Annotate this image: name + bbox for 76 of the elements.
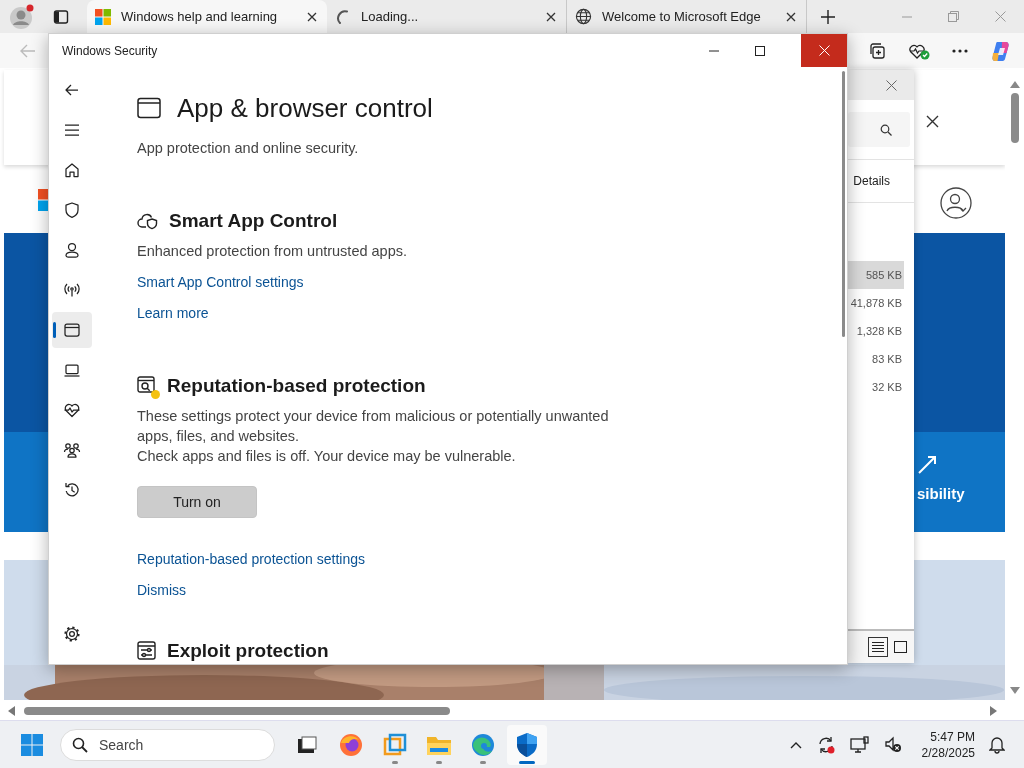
app-window-icon xyxy=(62,320,82,340)
file-size[interactable]: 32 KB xyxy=(848,373,904,401)
file-size[interactable]: 83 KB xyxy=(848,345,904,373)
page-subtitle: App protection and online security. xyxy=(137,139,360,158)
link[interactable]: Learn more xyxy=(137,303,209,323)
cloud-shield-icon xyxy=(137,212,159,230)
list-icon xyxy=(871,641,885,653)
app-window-icon xyxy=(137,97,161,119)
square-icon xyxy=(893,641,907,653)
maximize-icon[interactable] xyxy=(755,45,765,56)
scroll-up-icon[interactable] xyxy=(1009,81,1020,89)
search-field[interactable] xyxy=(848,112,910,147)
clock-date[interactable]: 2/28/2025 xyxy=(921,744,975,761)
scroll-thumb[interactable] xyxy=(1010,93,1019,143)
search-field[interactable]: Search xyxy=(60,728,275,761)
scrollbar-thumb[interactable] xyxy=(842,71,845,337)
section-heading: Exploit protection xyxy=(167,640,329,662)
section-description: Enhanced protection from untrusted apps. xyxy=(137,242,409,261)
close-icon[interactable] xyxy=(786,11,796,22)
link[interactable]: Smart App Control settings xyxy=(137,272,304,292)
section-description: Check apps and files is off. Your device may be vulnerable. xyxy=(137,447,517,466)
user-icon[interactable] xyxy=(940,187,972,219)
close-icon[interactable] xyxy=(926,115,939,128)
scroll-down-icon[interactable] xyxy=(1009,686,1020,694)
details-view-button[interactable] xyxy=(868,637,888,657)
globe-icon xyxy=(575,8,592,25)
file-size[interactable]: 1,328 KB xyxy=(848,317,904,345)
file-size[interactable]: 41,878 KB xyxy=(848,289,904,317)
loading-spinner-icon xyxy=(335,8,351,25)
arrow-icon xyxy=(916,454,938,476)
task-view-icon xyxy=(296,734,318,755)
shield-icon xyxy=(515,731,539,758)
close-icon xyxy=(818,45,830,56)
section-heading: Reputation-based protection xyxy=(167,375,426,397)
banner-text: sibility xyxy=(917,485,965,502)
section-heading: Smart App Control xyxy=(169,210,338,232)
browser-tab[interactable]: Windows help and learning xyxy=(87,0,327,33)
sliders-window-icon xyxy=(137,641,157,661)
nav-item[interactable] xyxy=(52,312,92,348)
edge-icon xyxy=(471,732,495,757)
scroll-left-icon[interactable] xyxy=(8,706,16,716)
page-title: App & browser control xyxy=(177,92,433,124)
more-icon[interactable] xyxy=(952,48,968,53)
clock-time[interactable]: 5:47 PM xyxy=(930,728,975,745)
new-tab-icon[interactable] xyxy=(821,9,835,24)
collections-icon[interactable] xyxy=(868,41,886,60)
file-size[interactable]: 585 KB xyxy=(848,261,904,289)
start-icon[interactable] xyxy=(21,733,43,756)
notification-bell-icon[interactable] xyxy=(989,735,1005,754)
close-icon[interactable] xyxy=(546,11,556,22)
tab-actions-icon[interactable] xyxy=(53,8,69,25)
browser-search-icon xyxy=(137,376,157,396)
settings-icon xyxy=(62,624,82,644)
search-icon xyxy=(72,736,88,753)
details-button[interactable]: Details xyxy=(851,172,892,190)
copilot-icon[interactable] xyxy=(990,39,1012,62)
scroll-thumb[interactable] xyxy=(24,707,450,715)
scroll-right-icon[interactable] xyxy=(989,706,997,716)
person-icon xyxy=(62,240,82,260)
shield-icon xyxy=(62,200,82,220)
close-icon[interactable] xyxy=(307,11,317,22)
section-description: These settings protect your device from malicious or potentially unwanted apps, files, and websites. xyxy=(137,407,610,446)
window-title: Windows Security xyxy=(62,43,158,58)
chevron-up-icon[interactable] xyxy=(789,740,802,749)
link[interactable]: Dismiss xyxy=(137,580,186,600)
monitor-icon[interactable] xyxy=(849,735,870,754)
taskbar-app[interactable] xyxy=(507,724,547,765)
search-icon xyxy=(880,123,892,136)
windows-logo-icon xyxy=(95,8,111,25)
firefox-icon xyxy=(339,732,363,757)
vm-icon xyxy=(383,732,407,757)
profile-icon[interactable] xyxy=(9,3,35,30)
link[interactable]: Reputation-based protection settings xyxy=(137,549,366,569)
people-icon xyxy=(62,440,82,460)
volume-muted-icon[interactable] xyxy=(883,735,902,754)
turn-on-button[interactable]: Turn on xyxy=(137,486,257,518)
